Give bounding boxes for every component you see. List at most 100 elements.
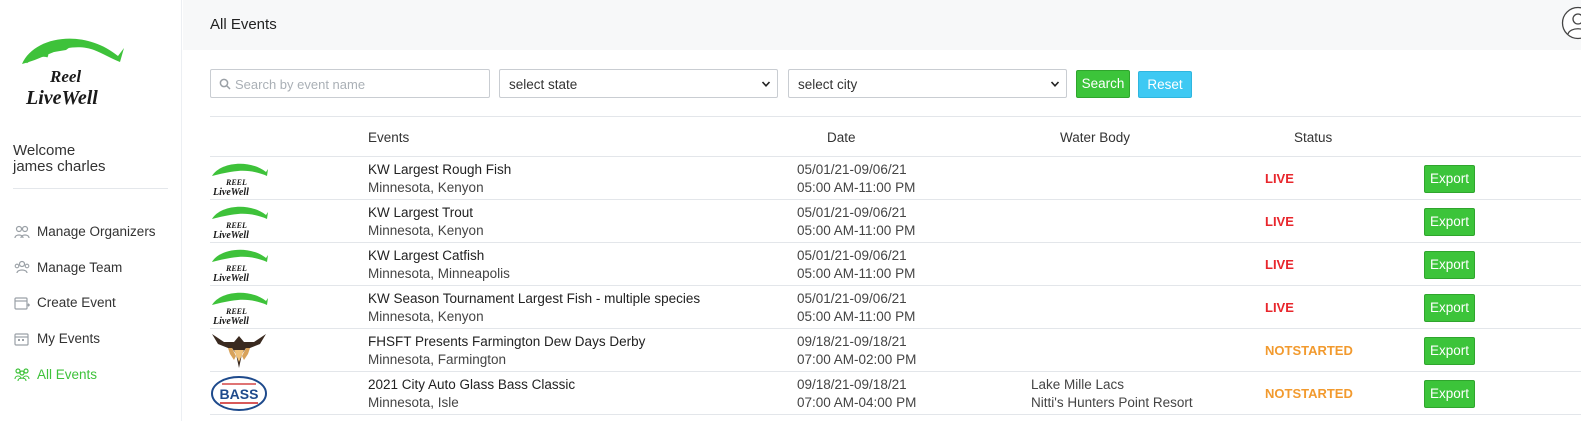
welcome-message: Welcome james charles — [13, 143, 106, 175]
reel-livewell-logo: REEL LiveWell — [212, 292, 268, 326]
search-input[interactable] — [235, 72, 485, 96]
reel-livewell-logo[interactable]: Reel LiveWell — [14, 26, 128, 108]
event-time-range: 05:00 AM-11:00 PM — [797, 309, 916, 324]
event-name[interactable]: KW Largest Trout — [368, 205, 473, 220]
organizers-icon — [13, 225, 30, 239]
sidebar-item-create-event[interactable]: Create Event — [13, 285, 156, 321]
export-button[interactable]: Export — [1424, 294, 1475, 322]
calendar-add-icon — [13, 296, 30, 310]
export-button[interactable]: Export — [1424, 165, 1475, 193]
event-location: Minnesota, Minneapolis — [368, 266, 510, 281]
water-body-detail: Nitti's Hunters Point Resort — [1031, 395, 1193, 410]
event-time-range: 07:00 AM-02:00 PM — [797, 352, 917, 367]
sidebar-item-manage-organizers[interactable]: Manage Organizers — [13, 214, 156, 250]
bass-federation-logo: BASS — [211, 376, 267, 411]
table-row[interactable]: BASS 2021 City Auto Glass Bass Classic M… — [210, 372, 1581, 415]
city-select-value: select city — [798, 77, 858, 92]
table-row[interactable]: REEL LiveWell KW Largest Trout Minnesota… — [210, 200, 1581, 243]
event-time-range: 05:00 AM-11:00 PM — [797, 266, 916, 281]
sidebar-item-all-events[interactable]: All Events — [13, 356, 156, 392]
sidebar-nav: Manage Organizers Manage Team Create Eve… — [13, 214, 156, 392]
svg-text:REEL: REEL — [225, 221, 247, 230]
welcome-label: Welcome — [13, 142, 76, 159]
event-name[interactable]: KW Largest Catfish — [368, 248, 484, 263]
chevron-down-icon — [761, 81, 771, 87]
page-title: All Events — [210, 16, 277, 33]
export-button[interactable]: Export — [1424, 337, 1475, 365]
event-location: Minnesota, Kenyon — [368, 309, 484, 324]
status-badge: LIVE — [1265, 257, 1294, 272]
event-name[interactable]: KW Season Tournament Largest Fish - mult… — [368, 291, 700, 306]
export-button[interactable]: Export — [1424, 251, 1475, 279]
sidebar: Reel LiveWell Welcome james charles Mana… — [0, 0, 182, 421]
water-body: Lake Mille Lacs — [1031, 377, 1125, 392]
event-location: Minnesota, Kenyon — [368, 180, 484, 195]
table-row[interactable]: REEL LiveWell KW Largest Catfish Minneso… — [210, 243, 1581, 286]
event-location: Minnesota, Kenyon — [368, 223, 484, 238]
status-badge: NOTSTARTED — [1265, 386, 1353, 401]
status-badge: LIVE — [1265, 214, 1294, 229]
sidebar-item-label: Create Event — [37, 295, 116, 311]
svg-text:LiveWell: LiveWell — [212, 273, 249, 283]
reel-livewell-logo: REEL LiveWell — [212, 206, 268, 240]
status-badge: NOTSTARTED — [1265, 343, 1353, 358]
user-name: james charles — [13, 158, 106, 175]
city-select[interactable]: select city — [788, 69, 1067, 98]
calendar-icon — [13, 332, 30, 346]
state-select-value: select state — [509, 77, 578, 92]
event-date-range: 05/01/21-09/06/21 — [797, 291, 907, 306]
svg-text:REEL: REEL — [225, 178, 247, 187]
sidebar-item-label: Manage Organizers — [37, 224, 156, 240]
event-date-range: 05/01/21-09/06/21 — [797, 205, 907, 220]
team-icon — [13, 260, 30, 274]
table-row[interactable]: REEL LiveWell KW Largest Rough Fish Minn… — [210, 157, 1581, 200]
state-select[interactable]: select state — [499, 69, 778, 98]
event-date-range: 09/18/21-09/18/21 — [797, 334, 907, 349]
event-location: Minnesota, Isle — [368, 395, 459, 410]
event-name[interactable]: 2021 City Auto Glass Bass Classic — [368, 377, 575, 392]
search-icon — [219, 78, 231, 90]
sidebar-item-label: All Events — [37, 366, 98, 382]
export-button[interactable]: Export — [1424, 380, 1475, 408]
sidebar-item-my-events[interactable]: My Events — [13, 321, 156, 357]
export-button[interactable]: Export — [1424, 208, 1475, 236]
page-header: All Events — [183, 0, 1581, 50]
fhsft-antler-logo — [212, 334, 266, 368]
sidebar-divider — [13, 188, 168, 189]
svg-text:REEL: REEL — [225, 264, 247, 273]
events-table: Events Date Water Body Status REEL LiveW… — [210, 116, 1581, 415]
group-icon — [13, 367, 30, 382]
table-header: Events Date Water Body Status — [210, 116, 1581, 157]
reel-livewell-logo: REEL LiveWell — [212, 163, 268, 197]
event-date-range: 09/18/21-09/18/21 — [797, 377, 907, 392]
reset-button[interactable]: Reset — [1138, 71, 1192, 98]
table-row[interactable]: REEL LiveWell KW Season Tournament Large… — [210, 286, 1581, 329]
column-header-status: Status — [1294, 130, 1333, 145]
bass-logo-text: BASS — [220, 386, 259, 402]
svg-text:REEL: REEL — [225, 307, 247, 316]
logo-text-livewell: LiveWell — [25, 87, 98, 108]
column-header-date: Date — [827, 130, 856, 145]
event-time-range: 05:00 AM-11:00 PM — [797, 180, 916, 195]
event-name[interactable]: KW Largest Rough Fish — [368, 162, 511, 177]
search-button[interactable]: Search — [1076, 70, 1130, 98]
sidebar-item-label: My Events — [37, 331, 101, 347]
logo-text-reel: Reel — [49, 67, 81, 86]
search-box[interactable] — [210, 69, 490, 98]
event-location: Minnesota, Farmington — [368, 352, 507, 367]
sidebar-item-manage-team[interactable]: Manage Team — [13, 250, 156, 286]
event-time-range: 05:00 AM-11:00 PM — [797, 223, 916, 238]
svg-text:LiveWell: LiveWell — [212, 230, 249, 240]
event-date-range: 05/01/21-09/06/21 — [797, 248, 907, 263]
column-header-events: Events — [368, 130, 410, 145]
status-badge: LIVE — [1265, 300, 1294, 315]
event-name[interactable]: FHSFT Presents Farmington Dew Days Derby — [368, 334, 645, 349]
table-row[interactable]: FHSFT Presents Farmington Dew Days Derby… — [210, 329, 1581, 372]
column-header-water-body: Water Body — [1060, 130, 1131, 145]
user-avatar-icon[interactable] — [1561, 6, 1581, 40]
event-time-range: 07:00 AM-04:00 PM — [797, 395, 917, 410]
svg-text:LiveWell: LiveWell — [212, 316, 249, 326]
sidebar-item-label: Manage Team — [37, 259, 123, 275]
status-badge: LIVE — [1265, 171, 1294, 186]
svg-text:LiveWell: LiveWell — [212, 187, 249, 197]
